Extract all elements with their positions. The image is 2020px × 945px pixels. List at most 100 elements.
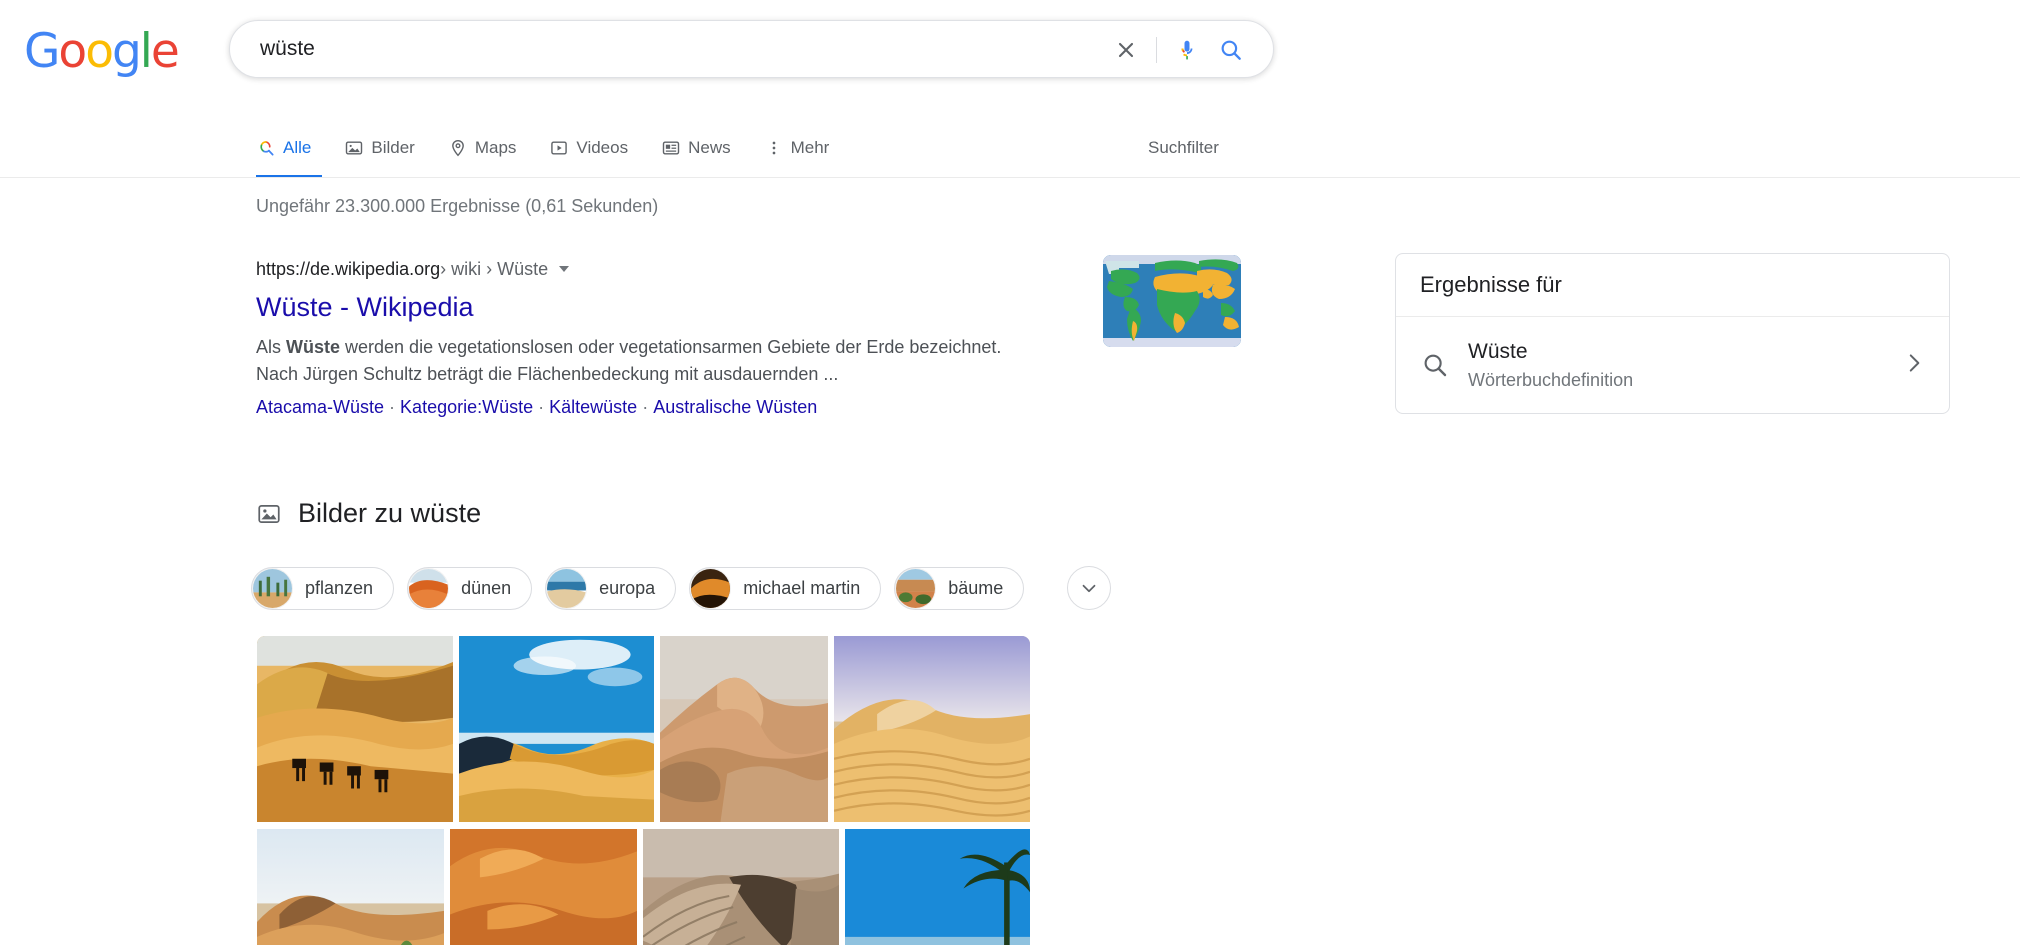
chip-label: michael martin [743, 577, 861, 598]
chip-label: europa [599, 577, 656, 598]
news-icon [661, 138, 681, 158]
refinement-chip-bäume[interactable]: bäume [894, 566, 1025, 610]
nav-tab-mehr[interactable]: Mehr [764, 132, 847, 164]
image-grid-cell[interactable] [845, 829, 1030, 945]
search-icon-wrapper [1420, 350, 1468, 380]
image-icon [344, 138, 364, 158]
icon-divider [1156, 37, 1157, 63]
search-submit-button[interactable] [1209, 28, 1253, 72]
logo-letter-4: l [139, 24, 153, 79]
result-url-path: › wiki › Wüste [440, 259, 549, 279]
sitelink-separator: · [642, 397, 649, 417]
dune-with-green-bush [257, 829, 444, 945]
google-search-results-page: Google wüste Alle Bilder Maps Videos New… [0, 0, 2020, 945]
chip-label: pflanzen [305, 577, 374, 598]
more-vertical-icon [764, 138, 784, 158]
image-grid-cell[interactable] [257, 636, 453, 822]
result-url[interactable]: https://de.wikipedia.org › wiki › Wüste [256, 256, 1046, 282]
chip-avatar [252, 567, 293, 609]
results-for-item[interactable]: Wüste Wörterbuchdefinition [1396, 317, 1949, 413]
result-thumbnail[interactable] [1103, 255, 1241, 347]
search-input[interactable] [258, 36, 1058, 62]
dune-with-palm-tree [845, 829, 1030, 945]
nav-divider [0, 177, 2020, 178]
refinement-chip-europa[interactable]: europa [545, 566, 677, 610]
nav-tabs-bar: Alle Bilder Maps Videos News Mehr Suchfilter [0, 132, 2020, 178]
expand-chips-button[interactable] [1067, 566, 1112, 610]
search-result: https://de.wikipedia.org › wiki › Wüste … [256, 256, 1046, 420]
result-snippet: Als Wüste werden die vegetationslosen od… [256, 334, 1021, 388]
results-for-subtitle: Wörterbuchdefinition [1468, 369, 1634, 390]
image-grid-row [257, 829, 1242, 945]
chip-avatar [895, 567, 937, 609]
logo-letter-5: e [150, 24, 180, 79]
result-menu-caret-icon[interactable] [559, 266, 570, 272]
chevron-down-icon [1082, 584, 1096, 593]
nav-tabs: Alle Bilder Maps Videos News Mehr [256, 132, 862, 164]
images-block-title: Bilder zu wüste [298, 498, 482, 528]
image-icon [258, 504, 280, 523]
nav-tab-label: Videos [576, 138, 629, 157]
snippet-pre: Als [256, 337, 287, 357]
refinement-chip-pflanzen[interactable]: pflanzen [251, 566, 395, 610]
image-grid-cell[interactable] [643, 829, 839, 945]
sitelink[interactable]: Kältewüste [549, 397, 637, 417]
image-grid-cell[interactable] [459, 636, 654, 822]
video-icon [549, 138, 569, 158]
results-for-texts: Wüste Wörterbuchdefinition [1468, 338, 1901, 393]
result-sitelinks: Atacama-Wüste · Kategorie:Wüste · Kältewüste… [256, 394, 1046, 420]
refinement-chip-michael-martin[interactable]: michael martin [689, 566, 882, 610]
refinement-chip-dünen[interactable]: dünen [407, 566, 533, 610]
search-icon [1221, 40, 1241, 60]
logo-letter-2: o [85, 24, 114, 79]
image-grid-cell[interactable] [660, 636, 828, 822]
sitelink-separator: · [538, 397, 545, 417]
nav-tab-bilder[interactable]: Bilder [344, 132, 431, 164]
camel-caravan-dunes [257, 636, 453, 822]
nav-tab-maps[interactable]: Maps [448, 132, 534, 164]
nav-tab-videos[interactable]: Videos [549, 132, 645, 164]
chevron-right-icon[interactable] [1901, 350, 1927, 381]
image-refinement-chips: pflanzen dünen europa michael martin bäume [251, 566, 1112, 610]
image-grid-cell[interactable] [257, 829, 444, 945]
results-for-header: Ergebnisse für [1396, 254, 1949, 317]
chip-label: bäume [948, 577, 1004, 598]
sitelink[interactable]: Kategorie:Wüste [400, 397, 533, 417]
nav-tab-label: Bilder [371, 138, 415, 157]
nav-tab-label: Maps [474, 138, 517, 157]
search-bar[interactable] [229, 20, 1274, 78]
red-orange-dunes [450, 829, 637, 945]
chip-avatar [546, 567, 588, 609]
image-grid-cell[interactable] [450, 829, 637, 945]
snippet-highlight: Wüste [286, 337, 341, 357]
images-block-header: Bilder zu wüste [256, 498, 481, 529]
result-url-domain: https://de.wikipedia.org [256, 259, 441, 279]
microphone-icon [1181, 40, 1193, 60]
sitelink-separator: · [389, 397, 396, 417]
result-stats: Ungefähr 23.300.000 Ergebnisse (0,61 Sek… [256, 196, 659, 216]
sitelink[interactable]: Atacama-Wüste [256, 397, 384, 417]
google-logo[interactable]: Google [24, 24, 180, 79]
chip-label: dünen [461, 577, 512, 598]
nav-tab-label: Alle [283, 138, 312, 157]
snippet-post: werden die vegetationslosen oder vegetat… [256, 337, 1002, 384]
result-title-link[interactable]: Wüste - Wikipedia [256, 290, 1046, 324]
close-icon [1118, 42, 1134, 58]
results-for-panel: Ergebnisse für Wüste Wörterbuchdefinitio… [1395, 253, 1950, 414]
search-icon [1424, 354, 1447, 377]
nav-tab-alle[interactable]: Alle [256, 132, 328, 164]
search-icon [256, 138, 276, 158]
image-grid [257, 636, 1242, 945]
image-grid-cell[interactable] [834, 636, 1030, 822]
search-bar-icons [1104, 21, 1253, 79]
clear-button[interactable] [1104, 28, 1148, 72]
voice-search-button[interactable] [1165, 28, 1209, 72]
grey-rippled-dune [643, 829, 839, 945]
world-map-icon [1103, 255, 1241, 347]
search-tools-button[interactable]: Suchfilter [1148, 132, 1219, 164]
results-for-title: Wüste [1468, 339, 1528, 363]
chip-avatar [690, 567, 732, 609]
nav-tab-news[interactable]: News [661, 132, 748, 164]
logo-letter-3: g [111, 24, 142, 79]
sitelink[interactable]: Australische Wüsten [653, 397, 817, 417]
